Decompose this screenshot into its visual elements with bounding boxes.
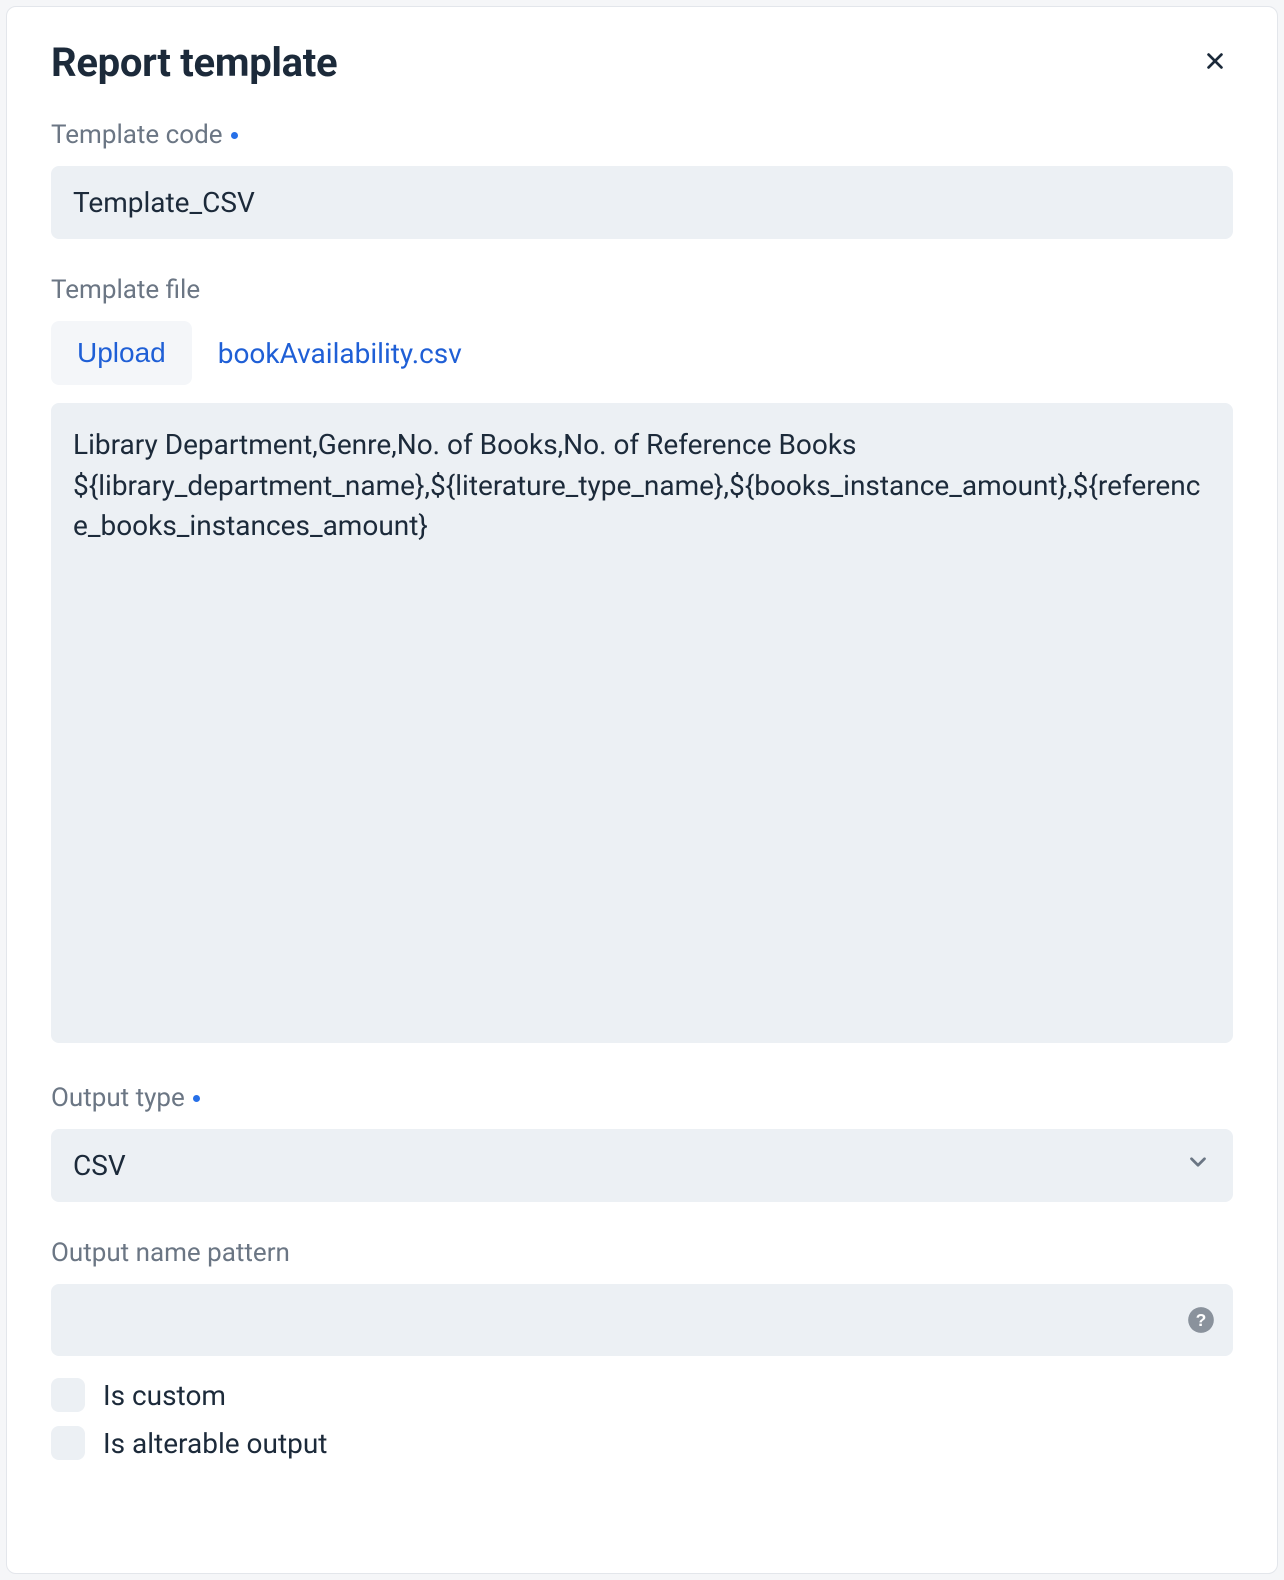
- is-custom-checkbox[interactable]: [51, 1378, 85, 1412]
- output-type-label: Output type: [51, 1083, 1233, 1113]
- is-alterable-output-checkbox[interactable]: [51, 1426, 85, 1460]
- label-text: Output type: [51, 1083, 185, 1113]
- output-name-pattern-label: Output name pattern: [51, 1238, 1233, 1268]
- is-custom-row: Is custom: [51, 1378, 1233, 1412]
- output-type-select[interactable]: CSV: [51, 1129, 1233, 1202]
- report-template-modal: Report template Template code Template_C…: [6, 6, 1278, 1574]
- required-indicator-icon: [231, 132, 238, 139]
- template-code-label: Template code: [51, 120, 1233, 150]
- template-code-value: Template_CSV: [73, 186, 255, 219]
- modal-header: Report template: [7, 7, 1277, 120]
- template-file-field: Template file Upload bookAvailability.cs…: [51, 275, 1233, 1047]
- output-name-pattern-field: Output name pattern ?: [51, 1238, 1233, 1356]
- modal-title: Report template: [51, 39, 337, 86]
- close-icon: [1204, 50, 1226, 75]
- output-type-field: Output type CSV: [51, 1083, 1233, 1202]
- label-text: Template file: [51, 275, 200, 305]
- template-file-upload-row: Upload bookAvailability.csv: [51, 321, 1233, 385]
- close-button[interactable]: [1197, 45, 1233, 81]
- is-alterable-output-label: Is alterable output: [103, 1427, 327, 1460]
- upload-button[interactable]: Upload: [51, 321, 192, 385]
- required-indicator-icon: [193, 1095, 200, 1102]
- output-type-value: CSV: [73, 1149, 126, 1182]
- help-icon[interactable]: ?: [1187, 1306, 1215, 1334]
- template-code-input[interactable]: Template_CSV: [51, 166, 1233, 239]
- label-text: Template code: [51, 120, 223, 150]
- label-text: Output name pattern: [51, 1238, 290, 1268]
- template-file-link[interactable]: bookAvailability.csv: [218, 337, 462, 370]
- is-alterable-output-row: Is alterable output: [51, 1426, 1233, 1460]
- is-custom-label: Is custom: [103, 1379, 226, 1412]
- template-content-textarea[interactable]: [51, 403, 1233, 1043]
- template-file-label: Template file: [51, 275, 1233, 305]
- svg-text:?: ?: [1196, 1310, 1207, 1330]
- output-name-pattern-input[interactable]: [51, 1284, 1233, 1356]
- chevron-down-icon: [1185, 1149, 1211, 1182]
- form-scroll-area[interactable]: Template code Template_CSV Template file…: [7, 120, 1277, 1574]
- template-code-field: Template code Template_CSV: [51, 120, 1233, 239]
